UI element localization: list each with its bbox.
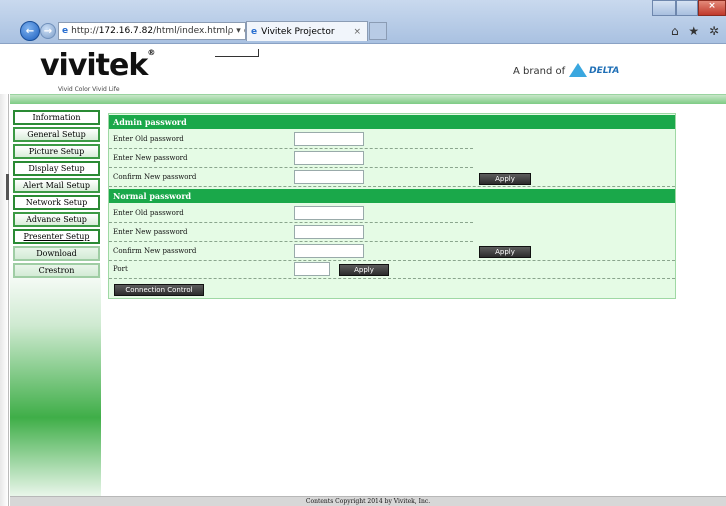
address-prefix: http://: [71, 26, 99, 36]
normal-confirm-password-input[interactable]: [294, 244, 364, 258]
delta-brand-name: DELTA: [589, 66, 620, 76]
port-label: Port: [113, 265, 128, 273]
page-header: vivitek® Vivid Color Vivid Life A brand …: [0, 44, 726, 94]
new-tab-button[interactable]: [369, 22, 387, 40]
header-line-tick: [258, 49, 259, 57]
sidebar-item-crestron[interactable]: Crestron: [13, 263, 100, 278]
ie-tab-icon: e: [251, 26, 258, 37]
admin-confirm-password-label: Confirm New password: [113, 173, 197, 181]
sidebar-item-display-setup[interactable]: Display Setup: [13, 161, 100, 176]
forward-arrow-icon: →: [43, 25, 53, 37]
brand-prefix: A brand of: [513, 65, 566, 77]
header-line: [215, 56, 259, 57]
address-tools-icons[interactable]: ρ ▾ ¢ ✕: [228, 26, 245, 36]
normal-new-password-input[interactable]: [294, 225, 364, 239]
port-input[interactable]: [294, 262, 330, 276]
page-left-edge: [0, 44, 9, 506]
admin-confirm-password-input[interactable]: [294, 170, 364, 184]
connection-control-button[interactable]: Connection Control: [114, 284, 204, 296]
logo-text: vivitek: [40, 48, 148, 83]
admin-new-password-label: Enter New password: [113, 154, 188, 162]
sidebar-item-picture-setup[interactable]: Picture Setup: [13, 144, 100, 159]
footer-copyright: Contents Copyright 2014 by Vivitek, Inc.: [10, 496, 726, 506]
admin-old-password-label: Enter Old password: [113, 135, 184, 143]
logo-tagline: Vivid Color Vivid Life: [58, 86, 120, 93]
sidebar-item-advance-setup[interactable]: Advance Setup: [13, 212, 100, 227]
tab-close-icon[interactable]: ×: [353, 27, 361, 37]
toolbar-icons[interactable]: ⌂ ★ ✲: [671, 24, 722, 38]
sidebar-item-network-setup[interactable]: Network Setup: [13, 195, 100, 210]
vivitek-logo: vivitek®: [40, 48, 155, 83]
normal-confirm-password-label: Confirm New password: [113, 247, 197, 255]
minimize-button[interactable]: [652, 0, 676, 16]
tab-title: Vivitek Projector: [261, 26, 335, 37]
normal-confirm-password-row: Confirm New password: [109, 242, 675, 261]
sidebar-item-alert-mail-setup[interactable]: Alert Mail Setup: [13, 178, 100, 193]
browser-tab[interactable]: e Vivitek Projector ×: [246, 21, 368, 41]
admin-new-password-row: Enter New password: [109, 149, 473, 168]
admin-old-password-input[interactable]: [294, 132, 364, 146]
back-arrow-icon: ←: [25, 25, 35, 37]
delta-logo-icon: [569, 63, 588, 77]
browser-chrome: × ← → e http://172.16.7.82/html/index.ht…: [0, 0, 726, 44]
sidebar-item-general-setup[interactable]: General Setup: [13, 127, 100, 142]
address-host: 172.16.7.82: [98, 26, 154, 36]
normal-old-password-input[interactable]: [294, 206, 364, 220]
address-path: /html/index.html: [153, 26, 228, 36]
scroll-marker: [6, 174, 9, 200]
sidebar-item-download[interactable]: Download: [13, 246, 100, 261]
normal-password-heading: Normal password: [109, 189, 675, 203]
admin-password-heading: Admin password: [109, 115, 675, 129]
ie-page-icon: e: [62, 26, 69, 36]
normal-old-password-label: Enter Old password: [113, 209, 184, 217]
normal-old-password-row: Enter Old password: [109, 204, 473, 223]
normal-new-password-label: Enter New password: [113, 228, 188, 236]
sidebar: Information General Setup Picture Setup …: [10, 104, 101, 506]
admin-apply-button[interactable]: Apply: [479, 173, 531, 185]
sidebar-item-presenter-setup[interactable]: Presenter Setup: [13, 229, 100, 244]
password-settings-panel: Admin password Enter Old password Enter …: [108, 113, 676, 299]
admin-old-password-row: Enter Old password: [109, 130, 473, 149]
forward-button[interactable]: →: [40, 23, 56, 39]
port-separator: [109, 278, 675, 279]
port-row: Port: [109, 260, 473, 279]
port-apply-button[interactable]: Apply: [339, 264, 389, 276]
maximize-button[interactable]: [676, 0, 698, 16]
brand-of-delta: A brand of DELTA: [513, 63, 620, 78]
address-bar[interactable]: e http://172.16.7.82/html/index.html ρ ▾…: [58, 22, 246, 40]
sidebar-item-information[interactable]: Information: [13, 110, 100, 125]
header-green-band: [10, 94, 726, 104]
admin-new-password-input[interactable]: [294, 151, 364, 165]
admin-confirm-password-row: Confirm New password: [109, 168, 675, 187]
normal-apply-button[interactable]: Apply: [479, 246, 531, 258]
back-button[interactable]: ←: [20, 21, 40, 41]
logo-registered-mark: ®: [147, 48, 155, 57]
normal-new-password-row: Enter New password: [109, 223, 473, 242]
close-window-button[interactable]: ×: [698, 0, 726, 16]
